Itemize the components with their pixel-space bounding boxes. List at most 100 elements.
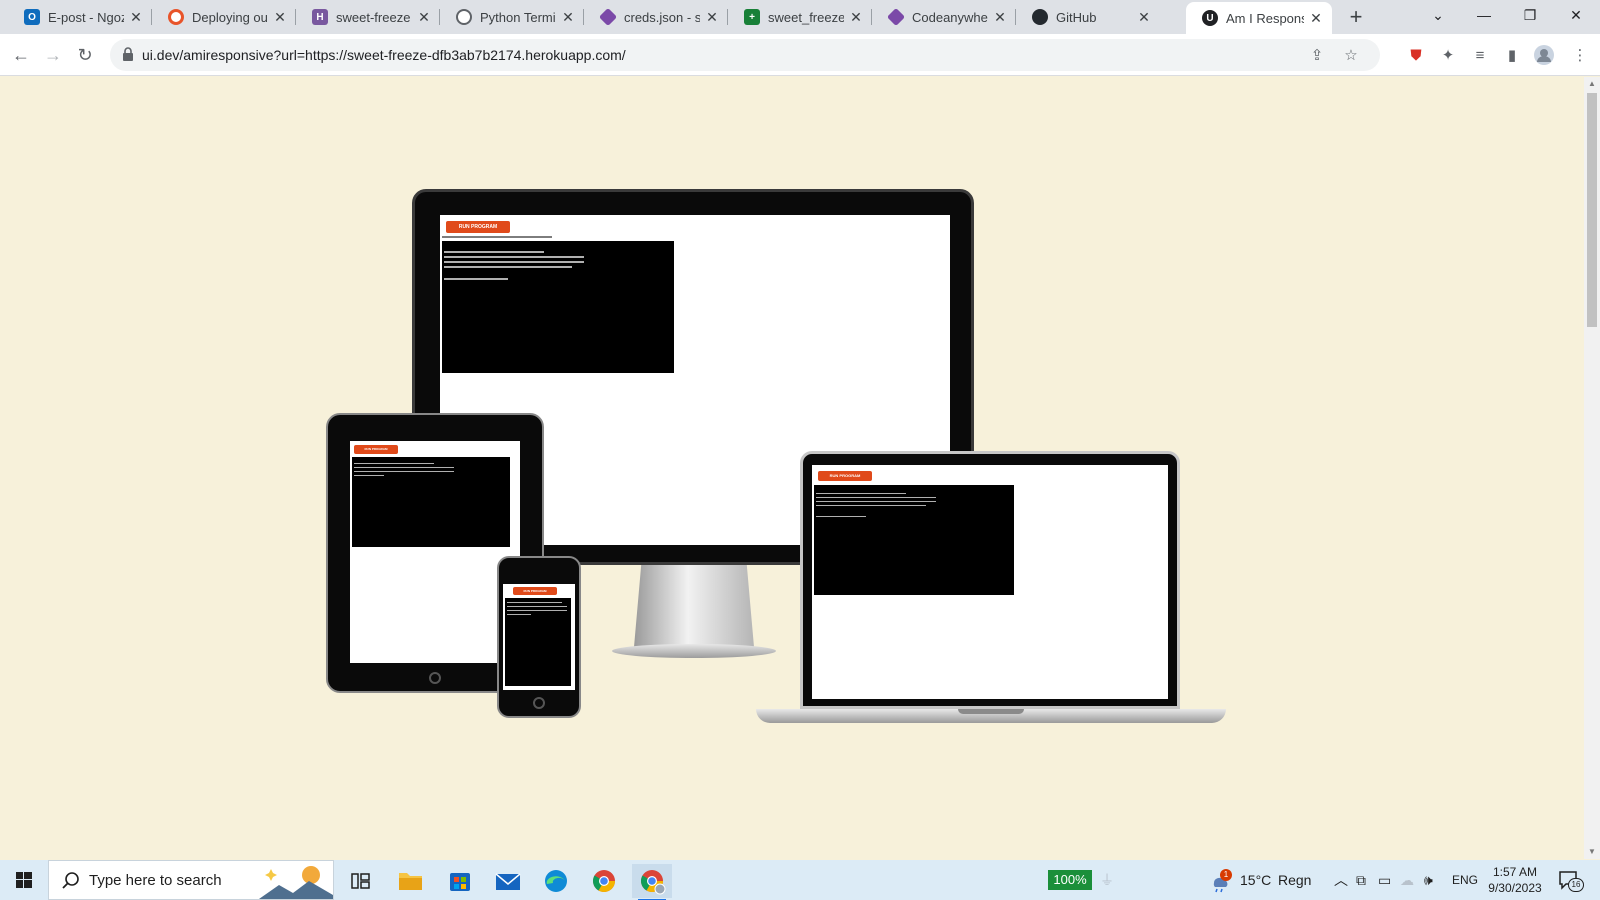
- chevron-up-icon[interactable]: ︿: [1334, 860, 1348, 900]
- run-program-button[interactable]: RUN PROGRAM: [354, 445, 398, 454]
- tab-amiresponsive[interactable]: U Am I Responsi ✕: [1186, 2, 1332, 34]
- gitpod-icon: [598, 7, 618, 27]
- address-bar[interactable]: ui.dev/amiresponsive?url=https://sweet-f…: [110, 39, 1380, 71]
- media-controls-icon[interactable]: ≡: [1468, 44, 1492, 68]
- scrollbar-thumb[interactable]: [1587, 93, 1597, 327]
- scroll-down-icon[interactable]: ▼: [1584, 845, 1600, 859]
- extensions-puzzle-icon[interactable]: ✦: [1436, 44, 1460, 68]
- taskbar-file-explorer[interactable]: [390, 864, 430, 898]
- close-icon[interactable]: ✕: [416, 9, 432, 26]
- heroku-icon: H: [312, 9, 328, 25]
- monitor-stand: [634, 565, 754, 647]
- lock-icon: [123, 47, 133, 61]
- terminal-screen[interactable]: [814, 485, 1014, 595]
- sheets-icon: +: [744, 9, 760, 25]
- page-viewport: RUN PROGRAM RUN PROGRAM RUN PROGRAM RUN …: [0, 77, 1584, 859]
- volume-icon[interactable]: 🕪: [1424, 860, 1433, 900]
- profile-avatar[interactable]: [1532, 44, 1556, 68]
- restore-button[interactable]: ❐: [1507, 0, 1553, 30]
- browser-tab-strip: O E-post - Ngozi ✕ Deploying our ✕ H swe…: [0, 0, 1600, 34]
- tab-sheets[interactable]: + sweet_freeze - ✕: [728, 0, 872, 34]
- close-icon[interactable]: ✕: [560, 9, 576, 26]
- clock-time: 1:57 AM: [1492, 865, 1538, 879]
- close-icon[interactable]: ✕: [992, 9, 1008, 26]
- battery-icon[interactable]: ▭: [1378, 860, 1391, 900]
- plug-icon: ⏚: [1100, 872, 1114, 888]
- close-window-button[interactable]: ✕: [1553, 0, 1599, 30]
- extension-shield-icon[interactable]: ⛊: [1404, 44, 1428, 68]
- weather-alert-badge: 1: [1220, 869, 1232, 881]
- terminal-screen[interactable]: [352, 457, 510, 547]
- back-button[interactable]: ←: [6, 40, 36, 70]
- clock-date: 9/30/2023: [1488, 881, 1542, 895]
- terminal-screen[interactable]: [505, 598, 571, 686]
- close-icon[interactable]: ✕: [272, 9, 288, 26]
- close-icon[interactable]: ✕: [128, 9, 144, 26]
- tab-title: Am I Responsi: [1226, 10, 1304, 26]
- reload-button[interactable]: ↻: [70, 40, 100, 70]
- taskbar-mail[interactable]: [488, 864, 528, 898]
- taskbar-store[interactable]: [440, 864, 480, 898]
- home-button: [533, 697, 545, 709]
- run-program-button[interactable]: RUN PROGRAM: [513, 587, 557, 595]
- notification-center-button[interactable]: 16: [1556, 868, 1584, 892]
- task-view-button[interactable]: [340, 864, 380, 898]
- minimize-button[interactable]: —: [1461, 0, 1507, 30]
- new-tab-button[interactable]: +: [1342, 4, 1370, 32]
- tab-python-terminal[interactable]: Python Termin ✕: [440, 0, 584, 34]
- weather-condition[interactable]: Regn: [1278, 860, 1311, 900]
- laptop-mockup: RUN PROGRAM: [756, 451, 1226, 737]
- camera-icon[interactable]: ⧉: [1356, 860, 1366, 900]
- tab-outlook[interactable]: O E-post - Ngozi ✕: [8, 0, 152, 34]
- taskbar-edge[interactable]: [536, 864, 576, 898]
- onedrive-cloud-icon[interactable]: ☁: [1400, 860, 1414, 900]
- taskbar-chrome-profile[interactable]: [632, 864, 672, 900]
- laptop-notch: [958, 709, 1024, 714]
- phone-mockup: RUN PROGRAM: [497, 556, 581, 718]
- search-icon: [62, 872, 79, 889]
- tab-search-chevron-icon[interactable]: ⌄: [1415, 0, 1461, 30]
- page-scrollbar[interactable]: ▲ ▼: [1584, 77, 1600, 859]
- browser-menu-icon[interactable]: ⋮: [1568, 44, 1592, 68]
- tab-title: Codeanywhere: [912, 9, 988, 25]
- amiresponsive-icon: U: [1202, 10, 1218, 26]
- codeanywhere-icon: [886, 7, 906, 27]
- tab-codeanywhere[interactable]: Codeanywhere ✕: [872, 0, 1016, 34]
- close-icon[interactable]: ✕: [848, 9, 864, 26]
- tab-heroku[interactable]: H sweet-freeze - ✕: [296, 0, 440, 34]
- search-highlight-image: [259, 866, 333, 899]
- tab-title: GitHub: [1056, 9, 1096, 25]
- run-program-button[interactable]: RUN PROGRAM: [446, 221, 510, 233]
- tab-github[interactable]: GitHub ✕: [1016, 0, 1160, 34]
- start-button[interactable]: [0, 860, 48, 900]
- side-panel-icon[interactable]: ▮: [1500, 44, 1524, 68]
- close-icon[interactable]: ✕: [1308, 10, 1324, 27]
- close-icon[interactable]: ✕: [704, 9, 720, 26]
- scroll-up-icon[interactable]: ▲: [1584, 77, 1600, 91]
- windows-taskbar: Type here to search 100% ⏚ 1 15°C Regn ︿…: [0, 860, 1600, 900]
- language-indicator[interactable]: ENG: [1452, 860, 1478, 900]
- terminal-screen[interactable]: [442, 241, 674, 373]
- tab-deploying[interactable]: Deploying our ✕: [152, 0, 296, 34]
- system-clock[interactable]: 1:57 AM 9/30/2023: [1480, 864, 1550, 896]
- outlook-icon: O: [24, 9, 40, 25]
- monitor-base: [612, 644, 776, 658]
- folder-icon: [399, 873, 422, 890]
- browser-toolbar: ← → ↻ ui.dev/amiresponsive?url=https://s…: [0, 34, 1600, 76]
- weather-temp[interactable]: 15°C: [1240, 860, 1271, 900]
- taskbar-chrome[interactable]: [584, 864, 624, 898]
- bookmark-star-icon[interactable]: ☆: [1340, 45, 1362, 67]
- store-icon: [450, 873, 470, 891]
- run-program-button[interactable]: RUN PROGRAM: [818, 471, 872, 481]
- share-icon[interactable]: ⇪: [1306, 45, 1328, 67]
- tab-title: Python Termin: [480, 9, 556, 25]
- tab-creds-json[interactable]: creds.json - sw ✕: [584, 0, 728, 34]
- url-text[interactable]: ui.dev/amiresponsive?url=https://sweet-f…: [142, 47, 626, 63]
- taskbar-search[interactable]: Type here to search: [48, 860, 334, 900]
- close-icon[interactable]: ✕: [1136, 9, 1152, 26]
- tab-title: E-post - Ngozi: [48, 9, 124, 25]
- tablet-screen: RUN PROGRAM: [350, 441, 520, 663]
- forward-button[interactable]: →: [38, 40, 68, 70]
- task-view-icon: [351, 873, 370, 889]
- edge-icon: [545, 870, 567, 892]
